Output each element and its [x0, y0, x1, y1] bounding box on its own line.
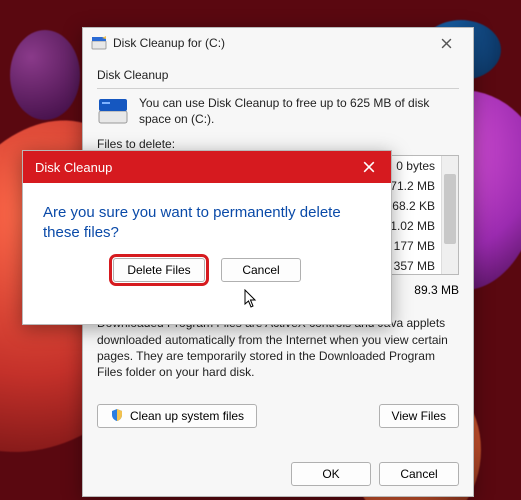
info-text: You can use Disk Cleanup to free up to 6… — [139, 95, 459, 127]
scrollbar[interactable] — [441, 156, 458, 274]
dialog-title: Disk Cleanup — [35, 160, 347, 175]
shield-icon — [110, 408, 124, 425]
close-button[interactable] — [425, 29, 467, 57]
view-files-button[interactable]: View Files — [379, 404, 459, 428]
cancel-button[interactable]: Cancel — [379, 462, 459, 486]
dialog-close-button[interactable] — [347, 151, 391, 183]
cancel-label: Cancel — [400, 467, 437, 481]
section-label: Disk Cleanup — [97, 68, 459, 82]
disk-cleanup-icon — [91, 35, 107, 51]
cleanup-system-files-button[interactable]: Clean up system files — [97, 404, 257, 428]
ok-label: OK — [322, 467, 339, 481]
titlebar[interactable]: Disk Cleanup for (C:) — [83, 28, 473, 58]
confirm-dialog: Disk Cleanup Are you sure you want to pe… — [22, 150, 392, 325]
dialog-cancel-button[interactable]: Cancel — [221, 258, 301, 282]
total-value: 89.3 MB — [414, 283, 459, 297]
delete-files-label: Delete Files — [127, 263, 190, 277]
scrollbar-thumb[interactable] — [444, 174, 456, 244]
delete-files-button[interactable]: Delete Files — [113, 258, 205, 282]
dialog-titlebar[interactable]: Disk Cleanup — [23, 151, 391, 183]
description-text: Downloaded Program Files are ActiveX con… — [97, 315, 459, 380]
ok-button[interactable]: OK — [291, 462, 371, 486]
drive-icon — [97, 95, 129, 127]
dialog-cancel-label: Cancel — [242, 263, 279, 277]
view-files-label: View Files — [392, 409, 446, 423]
window-title: Disk Cleanup for (C:) — [113, 36, 425, 50]
cleanup-system-files-label: Clean up system files — [130, 409, 244, 423]
dialog-message: Are you sure you want to permanently del… — [23, 183, 391, 254]
